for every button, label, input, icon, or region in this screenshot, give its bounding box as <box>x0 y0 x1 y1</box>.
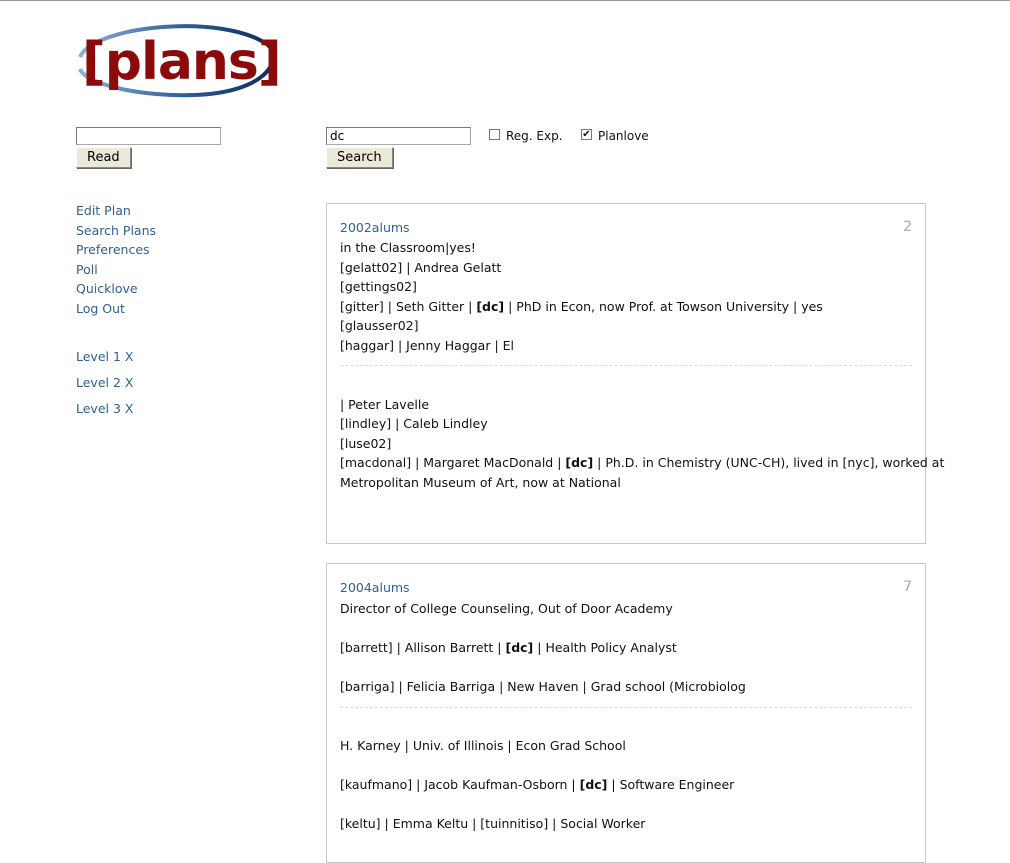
search-hit: [dc] <box>565 455 594 470</box>
result-line: [keltu] | Emma Keltu | [tuinnitiso] | So… <box>340 816 646 831</box>
result-line: [lindley] | Caleb Lindley <box>340 416 488 431</box>
excerpt-divider <box>340 706 912 708</box>
result-count: 7 <box>903 579 912 595</box>
result-line: [luse02] <box>340 435 392 451</box>
nav-poll[interactable]: Poll <box>76 260 156 280</box>
autoread-levels: Level 1 X Level 2 X Level 3 X <box>76 347 133 425</box>
level-2-link[interactable]: Level 2 X <box>76 373 133 399</box>
result-line: [glausser02] <box>340 318 419 333</box>
search-hit: [dc] <box>505 640 534 655</box>
read-button[interactable]: Read <box>76 147 131 168</box>
nav-edit-plan[interactable]: Edit Plan <box>76 201 156 221</box>
result-line: [macdonal] | Margaret MacDonald | [dc] |… <box>340 455 945 470</box>
result-line: Director of College Counseling, Out of D… <box>340 601 673 616</box>
planlove-checkbox[interactable]: ✔ <box>581 129 592 140</box>
regexp-checkbox[interactable] <box>489 129 500 140</box>
excerpt-divider <box>340 365 912 366</box>
search-result-card: 2004alums 7 Director of College Counseli… <box>326 563 926 863</box>
result-line: [barriga] | Felicia Barriga | New Haven … <box>340 679 746 694</box>
read-plan-input[interactable] <box>76 127 221 145</box>
level-3-link[interactable]: Level 3 X <box>76 399 133 425</box>
result-count: 2 <box>903 219 912 235</box>
result-username-link[interactable]: 2004alums <box>340 580 410 595</box>
result-line: in the Classroom|yes! <box>340 240 476 255</box>
search-button[interactable]: Search <box>326 147 393 168</box>
result-line: [haggar] | Jenny Haggar | El <box>340 337 515 353</box>
level-1-link[interactable]: Level 1 X <box>76 347 133 373</box>
result-line: Metropolitan Museum of Art, now at Natio… <box>340 474 621 490</box>
result-line: [gettings02] <box>340 279 417 294</box>
search-hit: [dc] <box>476 298 505 314</box>
nav-search-plans[interactable]: Search Plans <box>76 221 156 241</box>
search-hit: [dc] <box>579 777 608 792</box>
result-username-link[interactable]: 2002alums <box>340 220 410 235</box>
result-line: [barrett] | Allison Barrett | [dc] | Hea… <box>340 640 677 655</box>
search-result-card: 2002alums 2 in the Classroom|yes! [gelat… <box>326 203 945 544</box>
nav-log-out[interactable]: Log Out <box>76 299 156 319</box>
result-line: | Peter Lavelle <box>340 396 430 412</box>
regexp-label: Reg. Exp. <box>506 129 563 143</box>
plans-logo[interactable]: [plans] <box>74 19 282 101</box>
result-line: [kaufmano] | Jacob Kaufman-Osborn | [dc]… <box>340 777 735 792</box>
nav-quicklove[interactable]: Quicklove <box>76 279 156 299</box>
check-mark-icon: ✔ <box>582 129 591 140</box>
result-line: [gelatt02] | Andrea Gelatt <box>340 259 502 275</box>
result-line: H. Karney | Univ. of Illinois | Econ Gra… <box>340 738 626 753</box>
result-line: [gitter] | Seth Gitter | [dc] | PhD in E… <box>340 298 823 314</box>
planlove-label: Planlove <box>598 129 649 143</box>
svg-text:[plans]: [plans] <box>82 32 280 92</box>
nav-preferences[interactable]: Preferences <box>76 240 156 260</box>
search-input[interactable] <box>326 127 471 145</box>
main-nav: Edit Plan Search Plans Preferences Poll … <box>76 201 156 318</box>
